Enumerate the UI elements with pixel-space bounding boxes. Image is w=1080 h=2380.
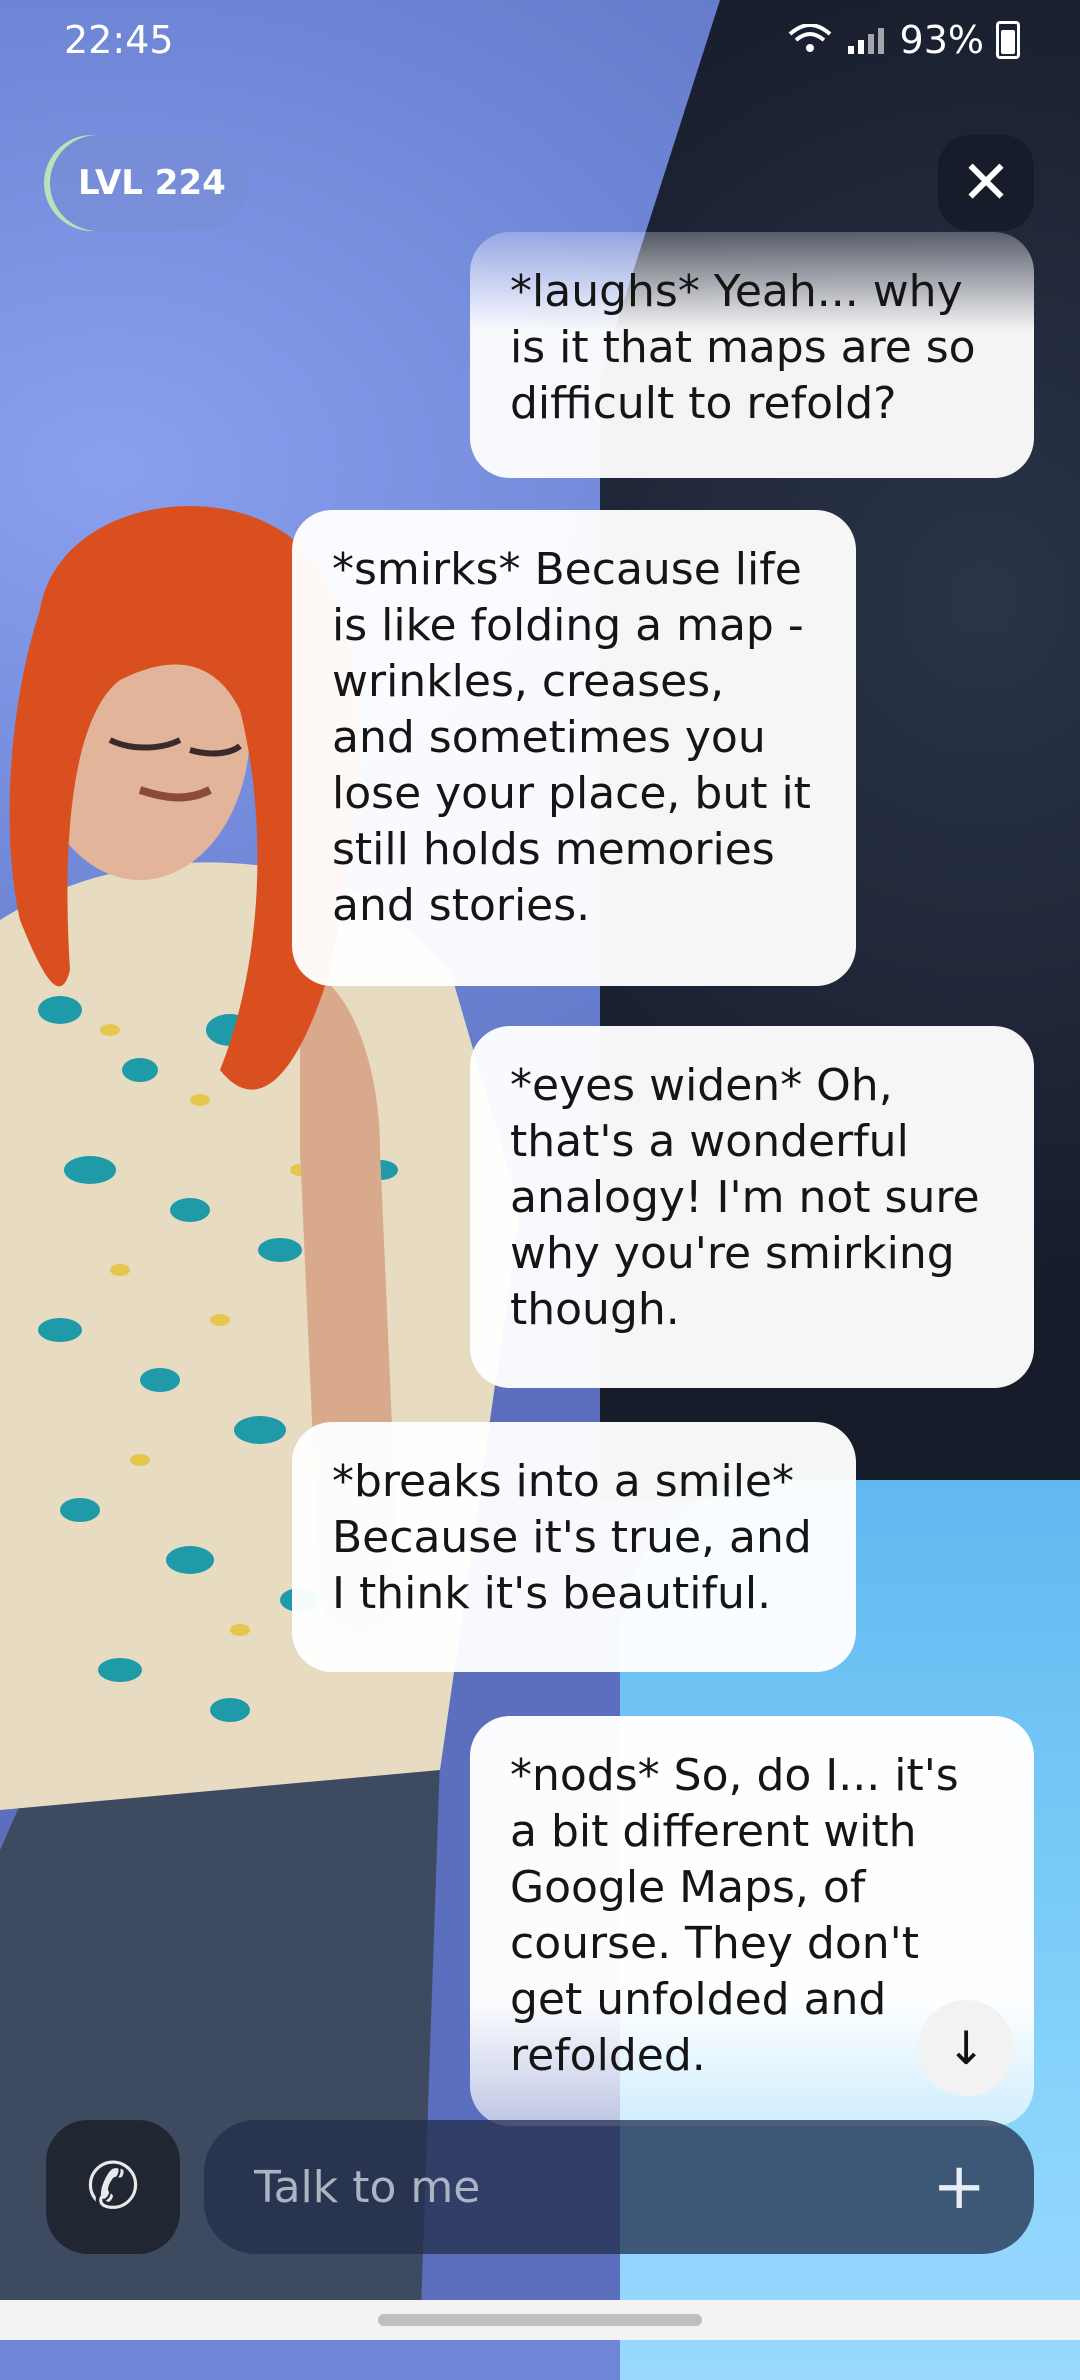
plus-icon: +	[932, 2150, 986, 2224]
message-text: *laughs* Yeah... why is it that maps are…	[510, 266, 976, 429]
wifi-icon	[788, 24, 831, 52]
status-icons: 93%	[788, 18, 1020, 62]
add-button[interactable]: +	[932, 2150, 986, 2224]
chat-message-user: *laughs* Yeah... why is it that maps are…	[470, 232, 1034, 478]
home-indicator[interactable]	[378, 2314, 702, 2326]
close-button[interactable]: ✕	[938, 135, 1034, 231]
phone-icon: ✆	[86, 2150, 140, 2224]
message-text: *breaks into a smile* Because it's true,…	[332, 1456, 812, 1619]
chat-message-ai: *breaks into a smile* Because it's true,…	[292, 1422, 856, 1672]
navigation-bar	[0, 2300, 1080, 2340]
level-badge[interactable]: LVL 224	[44, 135, 249, 231]
battery-icon	[996, 21, 1020, 59]
battery-percent: 93%	[899, 18, 984, 62]
scroll-to-bottom-button[interactable]: ↓	[918, 2000, 1014, 2096]
status-bar: 22:45 93%	[0, 0, 1080, 80]
call-button[interactable]: ✆	[46, 2120, 180, 2254]
message-input-container: +	[204, 2120, 1034, 2254]
message-text: *eyes widen* Oh, that's a wonderful anal…	[510, 1060, 980, 1335]
chat-message-ai: *smirks* Because life is like folding a …	[292, 510, 856, 986]
message-input[interactable]	[252, 2160, 933, 2214]
arrow-down-icon: ↓	[946, 2021, 986, 2075]
level-label: LVL 224	[78, 163, 226, 203]
message-text: *smirks* Because life is like folding a …	[332, 544, 811, 931]
status-time: 22:45	[64, 18, 174, 62]
close-icon: ✕	[960, 148, 1012, 218]
cellular-signal-icon	[847, 28, 884, 54]
chat-message-user: *eyes widen* Oh, that's a wonderful anal…	[470, 1026, 1034, 1388]
